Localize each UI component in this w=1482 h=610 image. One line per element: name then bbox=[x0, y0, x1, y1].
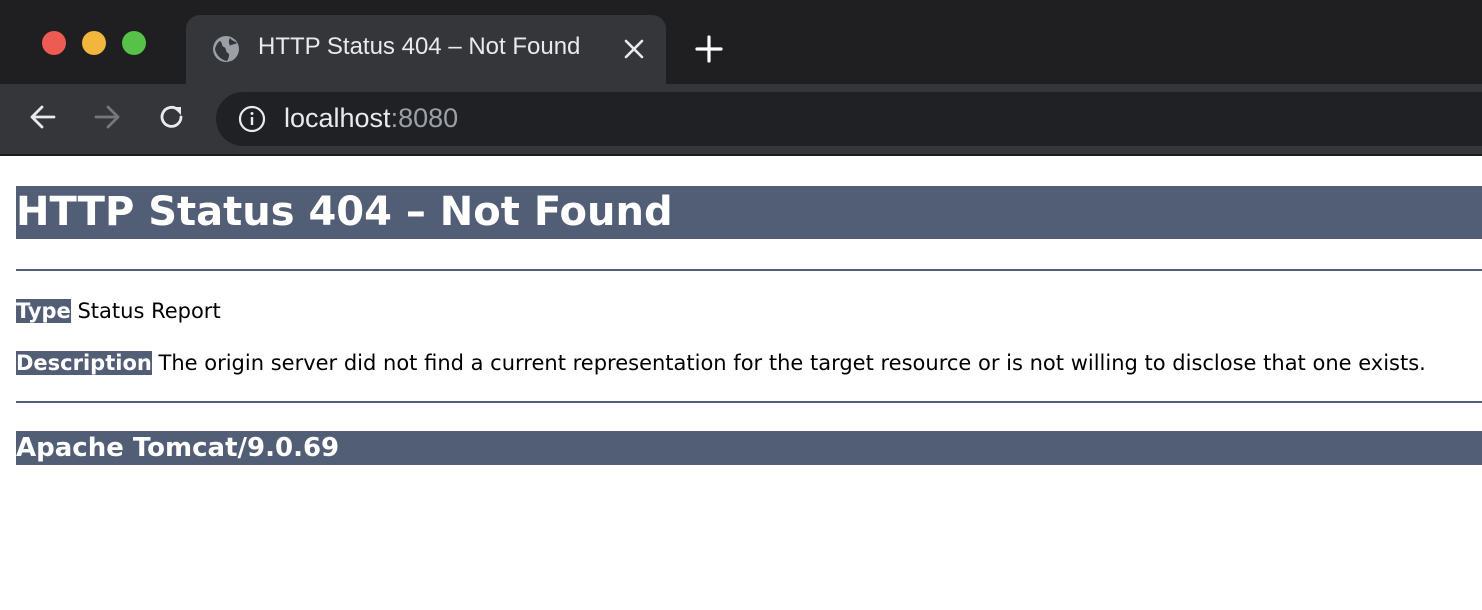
reload-icon[interactable] bbox=[156, 101, 188, 133]
type-line: Type Status Report bbox=[16, 297, 221, 325]
address-bar[interactable]: localhost:8080 bbox=[216, 92, 1482, 146]
info-icon[interactable] bbox=[238, 105, 266, 133]
browser-tab[interactable]: HTTP Status 404 – Not Found bbox=[186, 15, 666, 84]
divider bbox=[16, 269, 1482, 271]
page-title: HTTP Status 404 – Not Found bbox=[16, 186, 1482, 239]
tab-strip: HTTP Status 404 – Not Found bbox=[0, 0, 1482, 84]
arrow-right-icon[interactable] bbox=[91, 101, 123, 133]
tab-title: HTTP Status 404 – Not Found bbox=[258, 33, 581, 60]
divider bbox=[16, 401, 1482, 403]
plus-icon[interactable] bbox=[694, 34, 724, 64]
description-label: Description bbox=[16, 351, 152, 375]
browser-window: HTTP Status 404 – Not Found localhost:80… bbox=[0, 0, 1482, 610]
description-value: The origin server did not find a current… bbox=[151, 351, 1426, 375]
globe-icon bbox=[213, 36, 239, 62]
url-port: :8080 bbox=[390, 103, 459, 133]
url-host: localhost bbox=[284, 103, 391, 133]
zoom-window-button[interactable] bbox=[122, 31, 146, 55]
description-line: Description The origin server did not fi… bbox=[16, 349, 1426, 377]
close-icon[interactable] bbox=[622, 37, 646, 61]
arrow-left-icon[interactable] bbox=[27, 101, 59, 133]
browser-toolbar: localhost:8080 bbox=[0, 84, 1482, 154]
page-content: HTTP Status 404 – Not Found Type Status … bbox=[0, 156, 1482, 610]
type-value: Status Report bbox=[70, 299, 221, 323]
server-footer: Apache Tomcat/9.0.69 bbox=[16, 431, 1482, 465]
url-text[interactable]: localhost:8080 bbox=[284, 103, 458, 134]
type-label: Type bbox=[16, 299, 71, 323]
close-window-button[interactable] bbox=[42, 31, 66, 55]
minimize-window-button[interactable] bbox=[82, 31, 106, 55]
